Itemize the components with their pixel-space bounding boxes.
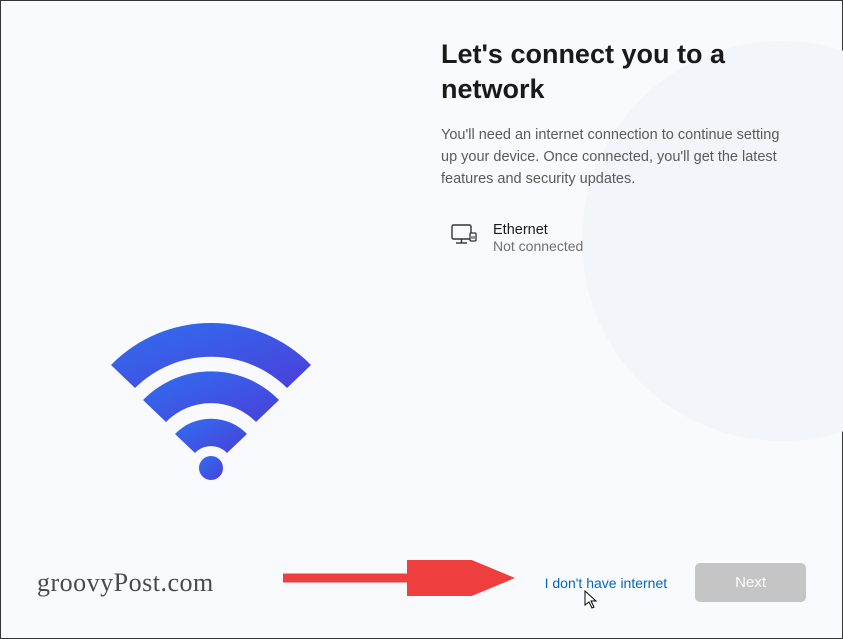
network-item-ethernet[interactable]: Ethernet Not connected — [441, 218, 802, 258]
network-info: Ethernet Not connected — [493, 222, 583, 254]
footer-actions: I don't have internet Next — [545, 563, 806, 602]
network-status: Not connected — [493, 238, 583, 254]
next-button[interactable]: Next — [695, 563, 806, 602]
page-title: Let's connect you to a network — [441, 37, 802, 107]
page-description: You'll need an internet connection to co… — [441, 125, 781, 190]
wifi-icon — [101, 310, 321, 480]
watermark: groovyPost.com — [37, 568, 214, 598]
footer: groovyPost.com I don't have internet Nex… — [1, 543, 842, 638]
ethernet-icon — [451, 224, 477, 248]
network-name: Ethernet — [493, 222, 583, 238]
skip-internet-link[interactable]: I don't have internet — [545, 575, 668, 591]
